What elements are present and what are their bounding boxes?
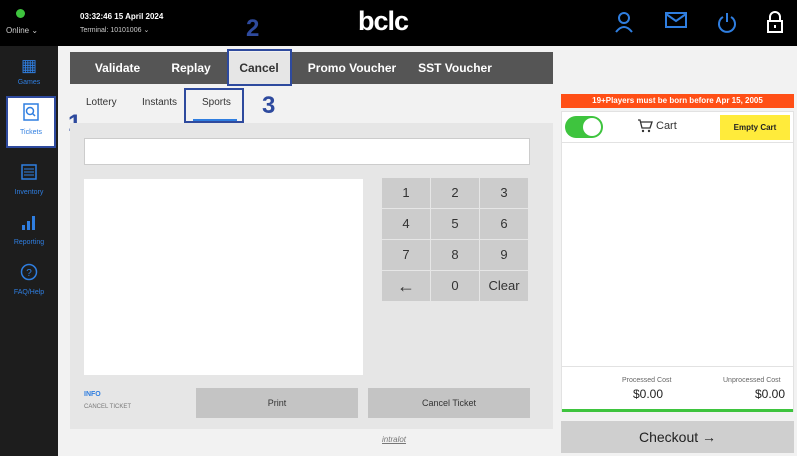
subtab-lottery[interactable]: Lottery: [86, 97, 117, 108]
ticket-search-icon: [8, 103, 54, 127]
cart-header-divider: [562, 142, 793, 143]
lock-icon[interactable]: [763, 11, 787, 35]
processed-cost-label: Processed Cost: [622, 377, 672, 384]
terminal-dropdown[interactable]: Terminal: 10101006 ⌄: [80, 26, 149, 34]
ticket-display-area: [84, 179, 363, 375]
key-3[interactable]: 3: [480, 178, 528, 208]
online-status-dot: [16, 9, 25, 18]
cancel-ticket-button[interactable]: Cancel Ticket: [368, 388, 530, 418]
ticket-number-input[interactable]: [84, 138, 530, 165]
unprocessed-cost-label: Unprocessed Cost: [723, 377, 781, 384]
key-6[interactable]: 6: [480, 209, 528, 239]
bar-chart-icon: [0, 213, 58, 237]
sidebar-item-games[interactable]: ▦ Games: [0, 50, 58, 100]
help-icon: ?: [0, 263, 58, 287]
subtab-instants[interactable]: Instants: [142, 97, 177, 108]
power-icon[interactable]: [715, 11, 739, 35]
nav-sst-voucher[interactable]: SST Voucher: [410, 52, 500, 84]
processed-cost-value: $0.00: [633, 387, 664, 401]
age-notice-banner: 19+Players must be born before Apr 15, 2…: [561, 94, 794, 108]
keypad: 1 2 3 4 5 6 7 8 9 ← 0 Clear: [382, 178, 530, 302]
annotation-box-sports: [184, 88, 244, 123]
key-0[interactable]: 0: [431, 271, 479, 301]
sidebar-item-faq-help[interactable]: ? FAQ/Help: [0, 258, 58, 308]
unprocessed-cost-value: $0.00: [755, 387, 786, 401]
sidebar-item-reporting[interactable]: Reporting: [0, 208, 58, 258]
user-icon[interactable]: [612, 11, 636, 35]
key-7[interactable]: 7: [382, 240, 430, 270]
key-8[interactable]: 8: [431, 240, 479, 270]
empty-cart-button[interactable]: Empty Cart: [720, 115, 790, 140]
toggle-knob: [583, 118, 601, 136]
svg-text:?: ?: [26, 268, 32, 279]
sidebar-item-inventory[interactable]: Inventory: [0, 158, 58, 208]
key-1[interactable]: 1: [382, 178, 430, 208]
info-label: INFO: [84, 391, 101, 398]
date-time: 03:32:46 15 April 2024: [80, 12, 164, 21]
key-9[interactable]: 9: [480, 240, 528, 270]
cart-icon: [637, 119, 653, 136]
key-clear[interactable]: Clear: [480, 271, 528, 301]
mail-icon[interactable]: [664, 11, 688, 35]
key-backspace[interactable]: ←: [382, 271, 430, 301]
grid-icon: ▦: [20, 56, 38, 75]
annotation-box-cancel: [227, 49, 292, 86]
cart-status-bar: [562, 409, 793, 412]
checkout-button[interactable]: Checkout →: [561, 421, 794, 453]
online-status-dropdown[interactable]: Online ⌄: [6, 26, 38, 35]
intralot-logo: intralot: [382, 435, 407, 444]
cost-divider: [562, 366, 793, 367]
nav-validate[interactable]: Validate: [80, 52, 155, 84]
cart-title: Cart: [656, 120, 677, 132]
key-4[interactable]: 4: [382, 209, 430, 239]
nav-promo-voucher[interactable]: Promo Voucher: [302, 52, 402, 84]
sidebar-item-tickets[interactable]: Tickets: [6, 96, 56, 148]
bclc-logo: bclc: [358, 6, 409, 36]
key-2[interactable]: 2: [431, 178, 479, 208]
print-button[interactable]: Print: [196, 388, 358, 418]
annotation-number-2: 2: [246, 15, 260, 42]
annotation-number-3: 3: [262, 92, 276, 119]
info-subtitle: CANCEL TICKET: [84, 404, 132, 410]
top-bar: Online ⌄ 03:32:46 15 April 2024 Terminal…: [0, 0, 797, 46]
nav-replay[interactable]: Replay: [160, 52, 222, 84]
key-5[interactable]: 5: [431, 209, 479, 239]
inventory-icon: [0, 163, 58, 187]
